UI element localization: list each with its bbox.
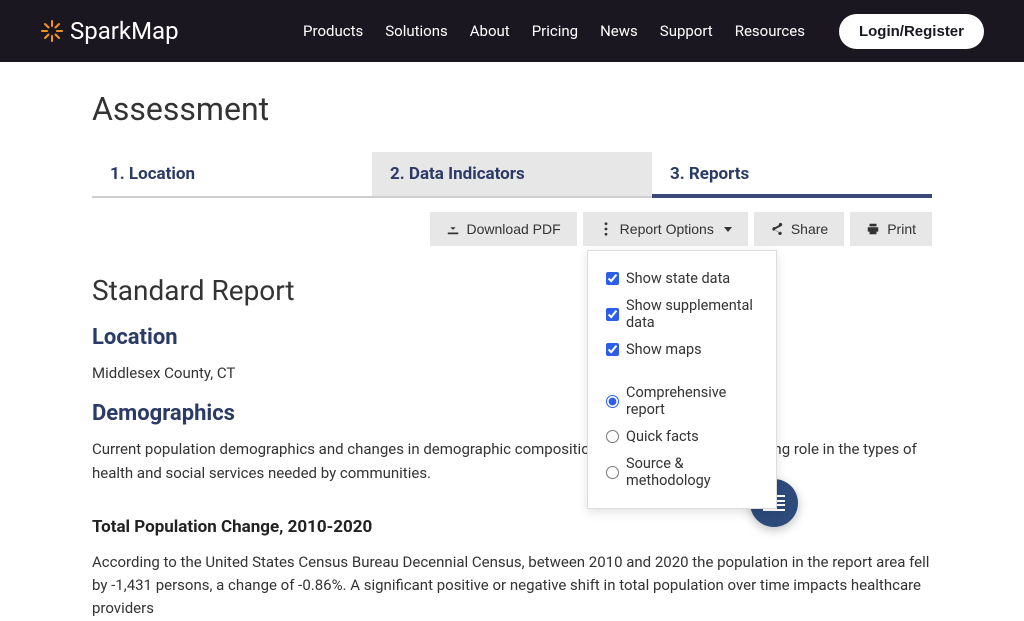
print-button[interactable]: Print [850,212,932,246]
option-show-state-data[interactable]: Show state data [606,265,758,292]
chevron-down-icon [724,227,732,232]
primary-nav: Products Solutions About Pricing News Su… [303,14,984,49]
share-button[interactable]: Share [754,212,844,246]
option-label: Source & methodology [626,455,758,489]
report-actions-bar: Download PDF Report Options Share Print … [92,212,932,246]
nav-item-solutions[interactable]: Solutions [385,22,448,40]
share-label: Share [791,221,828,237]
nav-item-about[interactable]: About [470,22,510,40]
step-data-indicators[interactable]: 2. Data Indicators [372,152,652,196]
checkbox-maps[interactable] [606,343,619,356]
option-comprehensive-report[interactable]: Comprehensive report [606,379,758,423]
report-body: Standard Report Location Middlesex Count… [92,274,932,621]
download-icon [446,222,460,236]
topbar: SparkMap Products Solutions About Pricin… [0,0,1024,62]
location-heading: Location [92,325,932,350]
option-label: Quick facts [626,428,699,445]
print-icon [866,222,880,236]
logo[interactable]: SparkMap [40,17,179,45]
dropdown-divider [606,363,758,379]
step-reports[interactable]: 3. Reports [652,152,932,196]
checkbox-state-data[interactable] [606,272,619,285]
step-active-underline [652,194,932,198]
demographics-text: Current population demographics and chan… [92,438,932,485]
option-quick-facts[interactable]: Quick facts [606,423,758,450]
option-show-maps[interactable]: Show maps [606,336,758,363]
radio-comprehensive[interactable] [606,395,619,408]
brand-name: SparkMap [70,17,179,45]
step-location[interactable]: 1. Location [92,152,372,196]
nav-item-products[interactable]: Products [303,22,363,40]
location-value: Middlesex County, CT [92,362,932,385]
nav-item-support[interactable]: Support [660,22,713,40]
download-pdf-button[interactable]: Download PDF [430,212,577,246]
page-title: Assessment [92,90,932,128]
print-label: Print [887,221,916,237]
nav-item-resources[interactable]: Resources [735,22,805,40]
option-label: Show state data [626,270,730,287]
option-source-methodology[interactable]: Source & methodology [606,450,758,494]
share-icon [770,222,784,236]
assessment-steps: 1. Location 2. Data Indicators 3. Report… [92,152,932,198]
radio-quick-facts[interactable] [606,430,619,443]
nav-item-pricing[interactable]: Pricing [532,22,578,40]
spark-icon [40,19,64,43]
demographics-heading: Demographics [92,401,932,426]
radio-source-methodology[interactable] [606,466,619,479]
option-label: Show maps [626,341,702,358]
download-pdf-label: Download PDF [467,221,561,237]
option-label: Comprehensive report [626,384,758,418]
report-title: Standard Report [92,274,932,307]
report-options-label: Report Options [620,221,714,237]
main-content: Assessment 1. Location 2. Data Indicator… [0,62,1024,621]
menu-dots-icon [599,222,613,236]
nav-item-news[interactable]: News [600,22,638,40]
option-show-supplemental-data[interactable]: Show supplemental data [606,292,758,336]
population-change-heading: Total Population Change, 2010-2020 [92,517,932,537]
login-register-button[interactable]: Login/Register [839,14,984,49]
report-options-dropdown: Show state data Show supplemental data S… [587,250,777,509]
checkbox-supplemental[interactable] [606,308,619,321]
population-change-text: According to the United States Census Bu… [92,551,932,621]
report-options-button[interactable]: Report Options [583,212,748,246]
option-label: Show supplemental data [626,297,758,331]
